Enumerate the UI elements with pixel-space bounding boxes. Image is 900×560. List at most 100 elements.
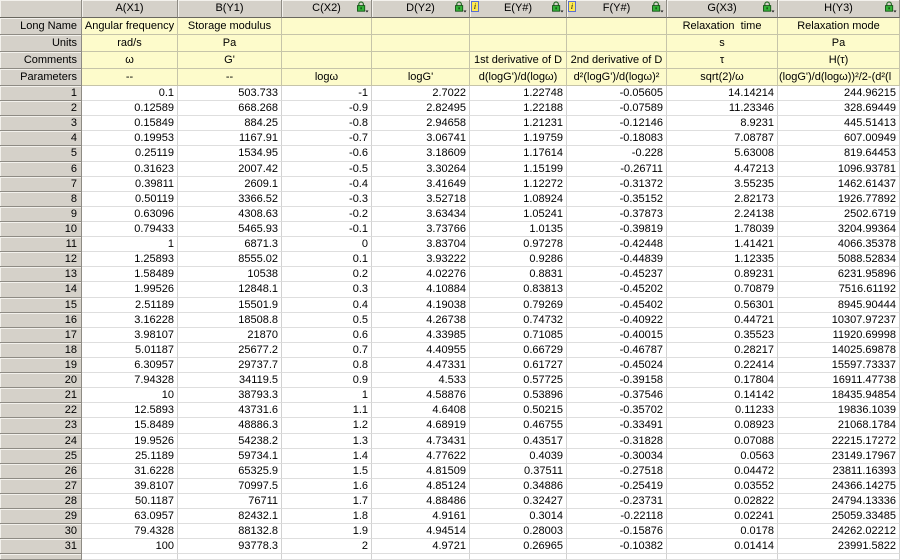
cell-B-row21[interactable]: 38793.3 (178, 388, 282, 404)
cell-G-row7[interactable]: 3.55235 (667, 176, 778, 192)
cell-E-row26[interactable]: 0.37511 (470, 463, 567, 479)
cell-B-row11[interactable]: 6871.3 (178, 237, 282, 253)
cell-H-row25[interactable]: 23149.17967 (778, 448, 900, 464)
cell-D-row18[interactable]: 4.40955 (372, 342, 470, 358)
cell-A-row17[interactable]: 3.98107 (82, 327, 178, 343)
cell-H-row12[interactable]: 5088.52834 (778, 252, 900, 268)
cell-E-units[interactable] (470, 35, 567, 52)
cell-empty[interactable] (470, 554, 567, 560)
cell-B-row12[interactable]: 8555.02 (178, 252, 282, 268)
cell-E-row9[interactable]: 1.05241 (470, 206, 567, 222)
cell-F-row15[interactable]: -0.45402 (567, 297, 667, 313)
cell-D-row2[interactable]: 2.82495 (372, 101, 470, 117)
cell-H-row14[interactable]: 7516.61192 (778, 282, 900, 298)
column-header-E[interactable]: E(Y#) i (470, 0, 567, 18)
row-number[interactable]: 30 (0, 524, 82, 540)
cell-D-row4[interactable]: 3.06741 (372, 131, 470, 147)
cell-E-row25[interactable]: 0.4039 (470, 448, 567, 464)
cell-C-parameters[interactable]: logω (282, 69, 372, 86)
cell-C-row25[interactable]: 1.4 (282, 448, 372, 464)
cell-B-row25[interactable]: 59734.1 (178, 448, 282, 464)
cell-C-row30[interactable]: 1.9 (282, 524, 372, 540)
cell-G-row16[interactable]: 0.44721 (667, 312, 778, 328)
cell-G-row17[interactable]: 0.35523 (667, 327, 778, 343)
cell-C-row19[interactable]: 0.8 (282, 357, 372, 374)
cell-C-row20[interactable]: 0.9 (282, 373, 372, 389)
cell-H-row24[interactable]: 22215.17272 (778, 433, 900, 449)
cell-H-row2[interactable]: 328.69449 (778, 101, 900, 117)
cell-G-parameters[interactable]: sqrt(2)/ω (667, 69, 778, 86)
cell-B-row28[interactable]: 76711 (178, 493, 282, 510)
column-header-F[interactable]: F(Y#) i (567, 0, 667, 18)
cell-G-row18[interactable]: 0.28217 (667, 342, 778, 358)
cell-C-row27[interactable]: 1.6 (282, 478, 372, 494)
cell-E-row1[interactable]: 1.22748 (470, 86, 567, 102)
cell-C-row31[interactable]: 2 (282, 539, 372, 555)
cell-G-row31[interactable]: 0.01414 (667, 539, 778, 555)
cell-F-row16[interactable]: -0.40922 (567, 312, 667, 328)
cell-G-row25[interactable]: 0.0563 (667, 448, 778, 464)
cell-A-row25[interactable]: 25.1189 (82, 448, 178, 464)
metadata-info-icon[interactable]: i (471, 1, 479, 12)
cell-H-row27[interactable]: 24366.14275 (778, 478, 900, 494)
metadata-info-icon[interactable]: i (568, 1, 576, 12)
cell-F-row28[interactable]: -0.23731 (567, 493, 667, 510)
cell-D-row19[interactable]: 4.47331 (372, 357, 470, 374)
cell-F-row21[interactable]: -0.37546 (567, 388, 667, 404)
cell-C-row9[interactable]: -0.2 (282, 206, 372, 222)
cell-G-row3[interactable]: 8.9231 (667, 116, 778, 132)
lock-icon[interactable] (356, 1, 369, 13)
cell-H-row16[interactable]: 10307.97237 (778, 312, 900, 328)
row-label-comments[interactable]: Comments (0, 52, 82, 69)
cell-B-row15[interactable]: 15501.9 (178, 297, 282, 313)
cell-empty[interactable] (567, 554, 667, 560)
cell-D-parameters[interactable]: logG' (372, 69, 470, 86)
cell-E-row24[interactable]: 0.43517 (470, 433, 567, 449)
row-number[interactable]: 25 (0, 448, 82, 464)
cell-D-row14[interactable]: 4.10884 (372, 282, 470, 298)
cell-C-row2[interactable]: -0.9 (282, 101, 372, 117)
cell-C-row10[interactable]: -0.1 (282, 221, 372, 238)
row-label-parameters[interactable]: Parameters (0, 69, 82, 86)
cell-F-row9[interactable]: -0.37873 (567, 206, 667, 222)
cell-G-row8[interactable]: 2.82173 (667, 191, 778, 207)
cell-A-row21[interactable]: 10 (82, 388, 178, 404)
cell-E-row17[interactable]: 0.71085 (470, 327, 567, 343)
column-header-B[interactable]: B(Y1) (178, 0, 282, 18)
cell-G-row13[interactable]: 0.89231 (667, 267, 778, 283)
cell-A-row12[interactable]: 1.25893 (82, 252, 178, 268)
cell-F-row14[interactable]: -0.45202 (567, 282, 667, 298)
cell-H-row4[interactable]: 607.00949 (778, 131, 900, 147)
cell-A-row15[interactable]: 2.51189 (82, 297, 178, 313)
cell-C-comments[interactable] (282, 52, 372, 69)
cell-G-row5[interactable]: 5.63008 (667, 146, 778, 162)
cell-F-row30[interactable]: -0.15876 (567, 524, 667, 540)
cell-E-row30[interactable]: 0.28003 (470, 524, 567, 540)
cell-C-row4[interactable]: -0.7 (282, 131, 372, 147)
cell-D-comments[interactable] (372, 52, 470, 69)
cell-F-row3[interactable]: -0.12146 (567, 116, 667, 132)
cell-A-row23[interactable]: 15.8489 (82, 418, 178, 434)
cell-G-row22[interactable]: 0.11233 (667, 403, 778, 419)
cell-D-row7[interactable]: 3.41649 (372, 176, 470, 192)
lock-icon[interactable] (884, 1, 897, 13)
cell-empty[interactable] (282, 554, 372, 560)
cell-A-row30[interactable]: 79.4328 (82, 524, 178, 540)
cell-C-row18[interactable]: 0.7 (282, 342, 372, 358)
cell-A-row3[interactable]: 0.15849 (82, 116, 178, 132)
cell-D-row30[interactable]: 4.94514 (372, 524, 470, 540)
cell-A-row8[interactable]: 0.50119 (82, 191, 178, 207)
cell-H-row21[interactable]: 18435.94854 (778, 388, 900, 404)
column-header-A[interactable]: A(X1) (82, 0, 178, 18)
cell-E-row19[interactable]: 0.61727 (470, 357, 567, 374)
row-number[interactable]: 26 (0, 463, 82, 479)
cell-E-row2[interactable]: 1.22188 (470, 101, 567, 117)
cell-F-row11[interactable]: -0.42448 (567, 237, 667, 253)
cell-B-row6[interactable]: 2007.42 (178, 161, 282, 177)
cell-D-row23[interactable]: 4.68919 (372, 418, 470, 434)
cell-C-row17[interactable]: 0.6 (282, 327, 372, 343)
cell-D-long-name[interactable] (372, 18, 470, 35)
cell-E-row18[interactable]: 0.66729 (470, 342, 567, 358)
cell-H-row9[interactable]: 2502.6719 (778, 206, 900, 222)
cell-D-row5[interactable]: 3.18609 (372, 146, 470, 162)
